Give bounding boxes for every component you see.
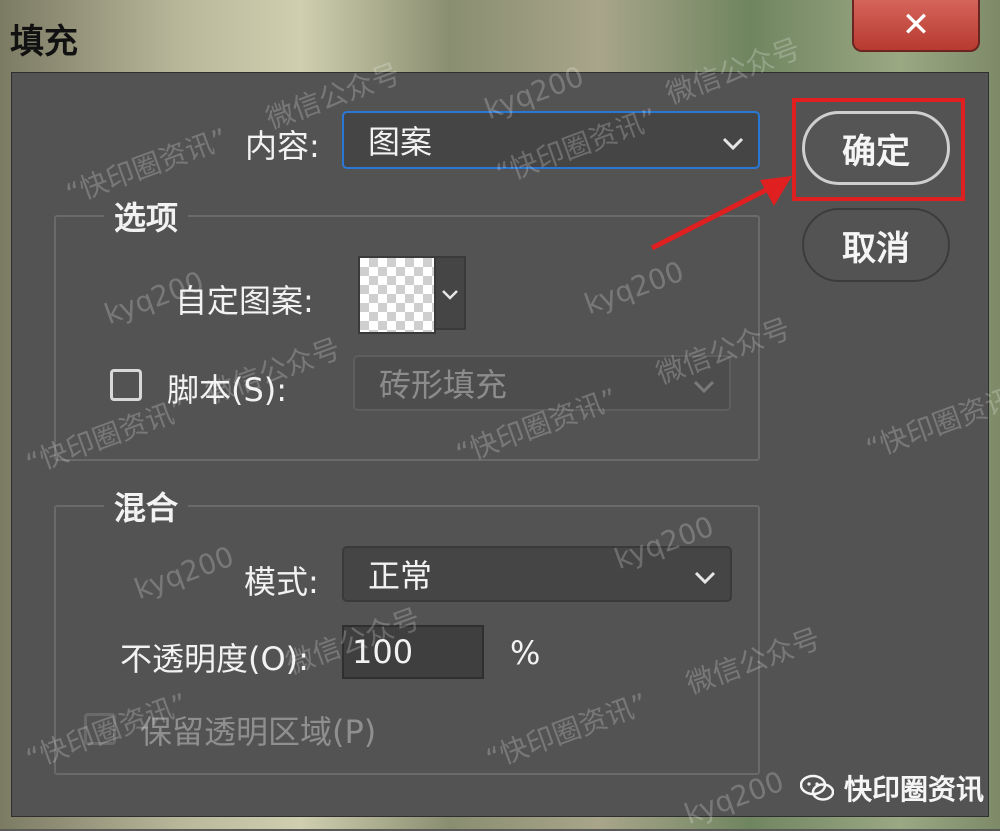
- opacity-label: 不透明度(O):: [120, 640, 309, 678]
- blend-group-title: 混合: [104, 483, 189, 529]
- brand-name: 快印圈资讯: [844, 773, 985, 806]
- annotation-arrow: [650, 176, 792, 251]
- chevron-down-icon: [441, 279, 459, 307]
- script-select-value: 砖形填充: [379, 366, 508, 404]
- chevron-down-icon: [722, 121, 744, 159]
- close-button[interactable]: ✕: [852, 0, 980, 52]
- wechat-icon: [800, 774, 834, 801]
- window-title: 填充: [10, 22, 78, 62]
- opacity-unit: %: [510, 634, 541, 672]
- pattern-swatch[interactable]: [358, 256, 436, 334]
- options-group-title: 选项: [104, 193, 189, 239]
- brand-mark: 快印圈资讯: [800, 768, 984, 808]
- script-checkbox[interactable]: [110, 369, 142, 401]
- cancel-button[interactable]: 取消: [802, 208, 950, 282]
- chevron-down-icon: [694, 555, 716, 593]
- close-icon: ✕: [901, 5, 931, 45]
- highlight-box: [792, 98, 965, 201]
- mode-select-value: 正常: [368, 557, 433, 595]
- pattern-dropdown-button[interactable]: [434, 256, 466, 330]
- mode-label: 模式:: [244, 563, 319, 601]
- content-select-value: 图案: [368, 123, 433, 161]
